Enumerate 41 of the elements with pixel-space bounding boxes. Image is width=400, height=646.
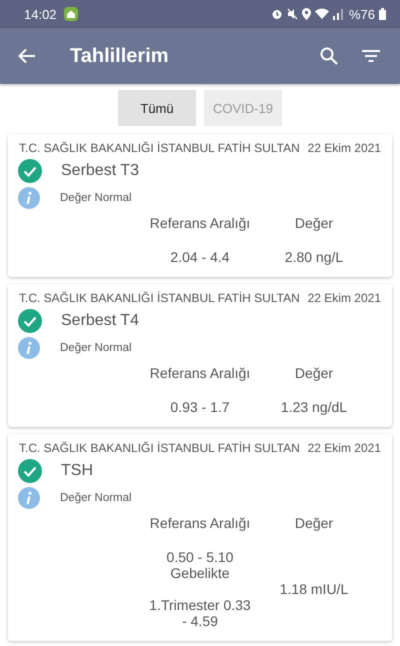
column-header: Değer [294, 215, 334, 231]
reference-range: 0.93 - 1.7 [169, 399, 231, 415]
result-value: 1.23 ng/dL [280, 399, 348, 415]
institution-name: T.C. SAĞLIK BAKANLIĞI İSTANBUL FATİH SULTAN [19, 441, 300, 455]
wifi-icon [314, 8, 329, 20]
column-header: Referans Aralığı [150, 365, 250, 381]
clock-time: 14:02 [24, 6, 57, 22]
column-header: Referans Aralığı [150, 215, 250, 231]
back-arrow-icon [18, 48, 36, 64]
location-icon [302, 8, 311, 20]
test-name: Serbest T3 [61, 162, 139, 180]
home-app-icon [64, 7, 78, 21]
column-header: Değer [294, 515, 334, 531]
result-date: 22 Ekim 2021 [308, 141, 381, 155]
result-value: 1.18 mIU/L [280, 581, 348, 597]
column-header: Değer [294, 365, 334, 381]
status-text: Değer Normal [60, 492, 132, 504]
result-date: 22 Ekim 2021 [308, 291, 381, 305]
search-icon [320, 47, 338, 65]
battery-icon [379, 8, 386, 20]
status-text: Değer Normal [60, 342, 132, 354]
signal-icon [332, 8, 343, 20]
test-name: Serbest T4 [61, 312, 139, 330]
screen-title: Tahlillerim [70, 44, 169, 68]
status-text: Değer Normal [60, 192, 132, 204]
filter-icon [362, 49, 380, 63]
info-icon [18, 487, 40, 509]
result-value: 2.80 ng/L [284, 249, 344, 265]
filter-tab[interactable]: Tümü [118, 90, 196, 126]
info-icon [18, 187, 40, 209]
reference-range: 2.04 - 4.4 [169, 249, 231, 265]
battery-level: %76 [348, 6, 375, 22]
info-icon [18, 337, 40, 359]
reference-range: 0.50 - 5.10 Gebelikte 1.Trimester 0.33 - 4.59 [148, 549, 252, 629]
institution-name: T.C. SAĞLIK BAKANLIĞI İSTANBUL FATİH SULTAN [19, 141, 300, 155]
column-header: Referans Aralığı [150, 515, 250, 531]
institution-name: T.C. SAĞLIK BAKANLIĞI İSTANBUL FATİH SULTAN [19, 291, 300, 305]
alarm-icon [270, 8, 283, 20]
mute-icon [286, 8, 298, 20]
result-date: 22 Ekim 2021 [308, 441, 381, 455]
test-name: TSH [61, 462, 93, 480]
